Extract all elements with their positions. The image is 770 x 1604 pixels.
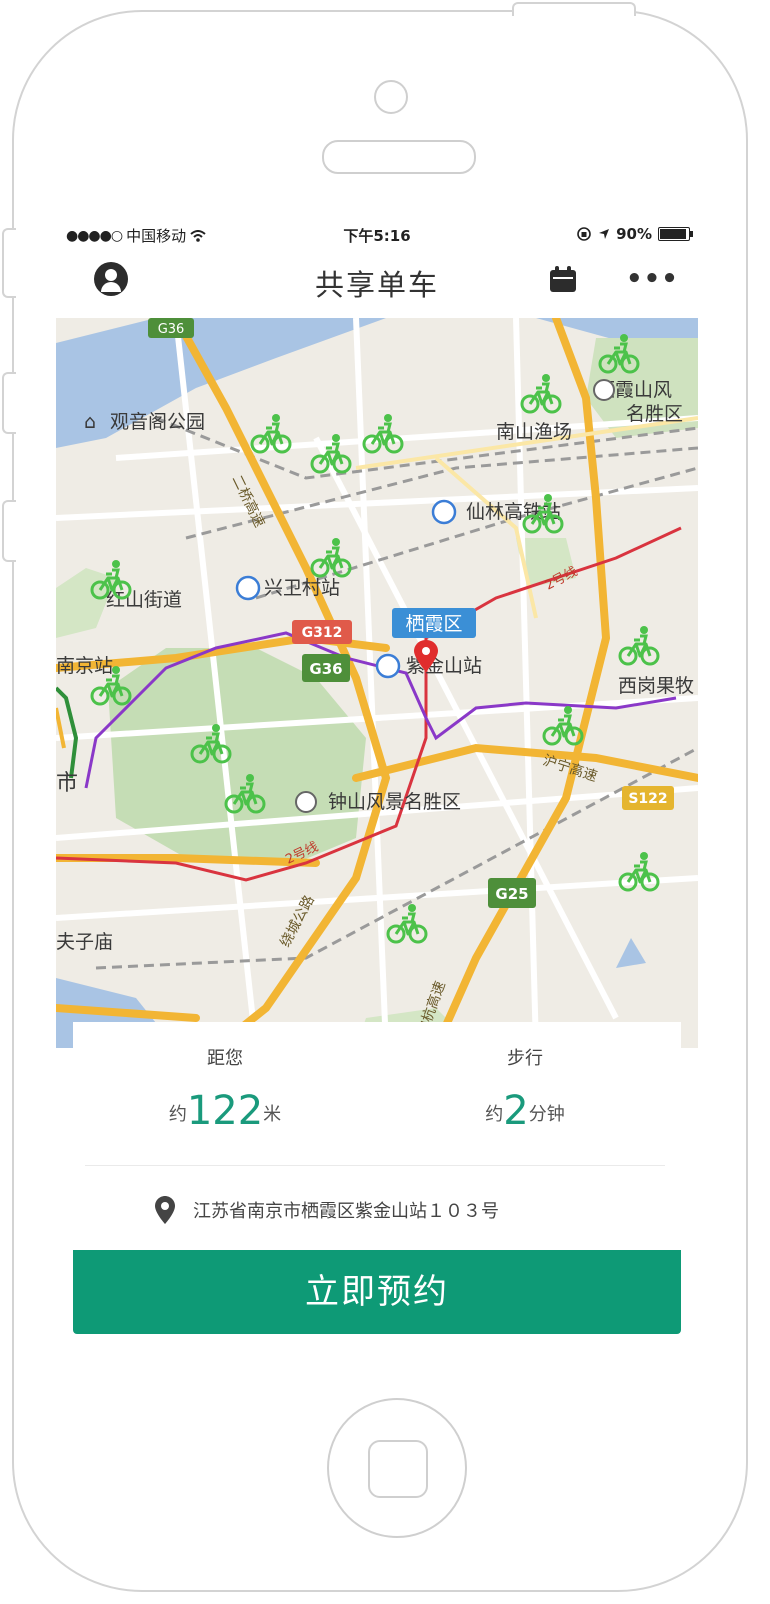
road-badge-s122: S122 [622,786,674,810]
poi-label-guanyinge: ⌂ [84,411,96,433]
distance-unit: 米 [263,1104,282,1125]
walk-unit: 分钟 [528,1104,565,1125]
poi-label-guanyinge-text: 观音阁公园 [110,411,205,433]
road-badge-g312: G312 [292,620,352,644]
earpiece-speaker [322,140,476,174]
walk-label: 步行 [507,1048,543,1069]
svg-text:栖霞区: 栖霞区 [405,613,462,635]
bike-info-card: 距您 约122米 步行 约2分钟 江苏省南京市栖霞区紫金山站１０３号 立即预约 [73,1022,681,1334]
card-divider [85,1165,665,1166]
map-canvas[interactable]: G36 G312 G36 S122 G25 栖霞区 ⌂ 观音阁公园 栖霞山风 名… [56,314,698,1052]
station-icon-xianlin [431,499,457,525]
svg-text:G36: G36 [158,322,185,337]
reserve-button[interactable]: 立即预约 [73,1250,681,1334]
poi-icon-zhongshan [295,791,317,813]
poi-label-shi: 市 [56,771,78,796]
station-icon-zijinshan [375,653,401,679]
map-view[interactable]: G36 G312 G36 S122 G25 栖霞区 ⌂ 观音阁公园 栖霞山风 名… [56,314,698,1052]
nav-bar: 共享单车 ••• [56,252,698,314]
front-camera [374,80,408,114]
battery-icon [658,227,693,241]
address-text: 江苏省南京市栖霞区紫金山站１０３号 [193,1201,499,1222]
distance-prefix: 约 [168,1104,187,1125]
poi-label-qixiashan-2: 名胜区 [626,403,683,425]
poi-label-fuzimiao: 夫子庙 [56,931,113,953]
distance-value: 约122米 [73,1088,377,1134]
volume-up-button [2,372,16,434]
poi-label-nanshan: 南山渔场 [496,421,572,443]
address-row: 江苏省南京市栖霞区紫金山站１０３号 [155,1196,499,1224]
volume-down-button [2,500,16,562]
district-badge-qixia[interactable]: 栖霞区 [392,608,476,638]
svg-text:G36: G36 [309,660,342,678]
poi-label-hongshan: 红山街道 [106,589,182,611]
distance-label: 距您 [207,1048,243,1069]
distance-number: 122 [186,1088,264,1134]
power-button [512,2,636,16]
poi-label-zhongshan: 钟山风景名胜区 [328,791,461,813]
walk-value: 约2分钟 [373,1088,677,1134]
status-bar: ●●●●○ 中国移动 下午5:16 90% [56,222,698,248]
lock-rotation-icon [577,227,591,241]
calendar-icon[interactable] [550,266,576,292]
road-badge-g36-top: G36 [148,318,194,338]
road-badge-g36: G36 [302,654,350,682]
walk-number: 2 [503,1088,529,1134]
walk-prefix: 约 [485,1104,504,1125]
poi-label-nanjing-station: 南京站 [56,655,113,677]
svg-text:G312: G312 [302,625,343,641]
mute-switch [2,228,16,298]
poi-icon-qixiashan [593,379,615,401]
road-badge-g25: G25 [488,878,536,908]
home-button-icon [368,1440,428,1498]
map-pin-icon [155,1196,175,1224]
svg-text:S122: S122 [628,791,667,807]
more-menu-button[interactable]: ••• [626,264,679,294]
app-screen: ●●●●○ 中国移动 下午5:16 90% 共享单车 ••• G36 G312 … [56,222,698,1342]
poi-label-xingwei: 兴卫村站 [264,577,340,599]
page-title: 共享单车 [314,268,439,302]
poi-label-xigang: 西岗果牧 [618,675,694,697]
svg-text:G25: G25 [495,885,528,903]
station-icon-xingwei [235,575,261,601]
location-arrow-icon [599,229,610,239]
battery-percent: 90% [616,225,652,243]
